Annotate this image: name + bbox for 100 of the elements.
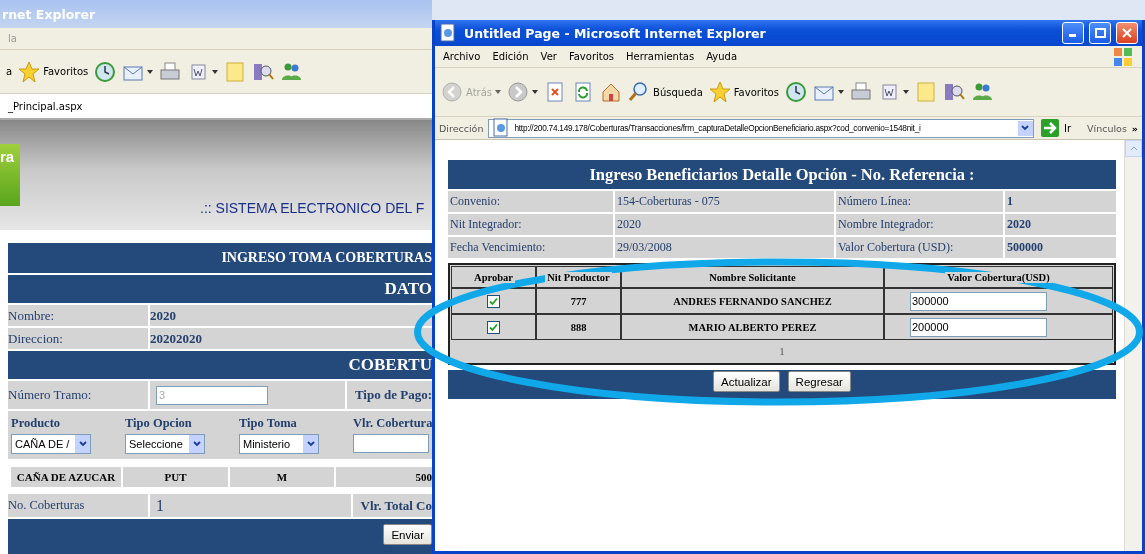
field-value: 1	[1005, 191, 1116, 212]
table-cell: 777	[536, 288, 621, 314]
address-label: Dirección	[439, 122, 484, 134]
links-label[interactable]: Vínculos	[1087, 122, 1127, 134]
toolbar-button[interactable]: Favoritos	[708, 81, 779, 103]
return-button[interactable]: Regresar	[787, 371, 851, 392]
form-header: INGRESO TOMA COBERTURAS	[8, 243, 432, 273]
table-cell: M	[230, 467, 334, 487]
windows-flag-icon	[1112, 45, 1134, 68]
toolbar-button[interactable]	[507, 81, 539, 103]
clock-icon	[94, 60, 117, 83]
table-cell: 888	[536, 314, 621, 340]
field-label: No. Coberturas	[8, 494, 148, 517]
close-icon	[1122, 28, 1132, 38]
field-value: 2020	[615, 214, 834, 235]
amount-input[interactable]: 300000	[910, 291, 1047, 311]
amount-input[interactable]: 200000	[910, 317, 1047, 337]
section-header: DATO	[8, 275, 432, 303]
table-cell: CAÑA DE AZUCAR	[11, 467, 121, 487]
dropdown[interactable]: CAÑA DE /	[11, 434, 91, 454]
field-value: 500000	[1005, 237, 1116, 258]
menu-item[interactable]: Edición	[492, 51, 529, 62]
table-cell: 500	[336, 467, 432, 487]
close-button[interactable]	[1116, 22, 1138, 44]
check-icon	[489, 322, 498, 332]
select-label: Tipo Opcion	[125, 416, 193, 431]
go-button[interactable]: Ir	[1039, 117, 1072, 139]
menu-item[interactable]: Archivo	[443, 51, 481, 62]
toolbar-button[interactable]	[94, 60, 117, 83]
people-icon	[970, 81, 993, 103]
field-label: Número Tramo:	[8, 381, 148, 409]
page-title: Ingreso Beneficiarios Detalle Opción - No. Referencia :	[448, 160, 1116, 189]
field-label: Número Línea:	[836, 191, 1003, 212]
note-icon	[224, 60, 247, 83]
menu-item[interactable]: Ver	[540, 51, 557, 62]
toolbar-button[interactable]	[849, 81, 872, 103]
approve-checkbox[interactable]	[487, 320, 500, 334]
maximize-button[interactable]	[1089, 22, 1111, 44]
column-header: Aprobar	[472, 271, 515, 283]
field-label: Fecha Vencimiento:	[448, 237, 613, 258]
amount-input[interactable]	[353, 434, 429, 453]
column-header: Nit Productor	[545, 271, 612, 283]
field-label: Valor Cobertura (USD):	[836, 237, 1003, 258]
toolbar-button[interactable]	[600, 81, 623, 103]
menu-item[interactable]: Ayuda	[706, 51, 738, 62]
minimize-button[interactable]	[1062, 22, 1084, 44]
field-value: 2020	[1005, 214, 1116, 235]
field-value: 154-Coberturas - 075	[615, 191, 834, 212]
section-header: COBERTU	[8, 351, 432, 379]
table-cell: ANDRES FERNANDO SANCHEZ	[621, 288, 884, 314]
field-label: Nombre:	[8, 305, 148, 326]
more-chevron[interactable]: »	[1131, 122, 1138, 134]
field-label: Convenio:	[448, 191, 613, 212]
url-text: http://200.74.149.178/Coberturas/Transacciones/frm_capturaDetalleOpcionBeneficiario.aspx?cod_convenio=1548nit_i	[514, 123, 922, 133]
toolbar-button[interactable]	[784, 81, 807, 103]
select-label: Tipo Toma	[239, 416, 298, 431]
note-icon	[914, 81, 937, 103]
logo: ra	[0, 144, 20, 206]
toolbar-button[interactable]: Favoritos	[18, 60, 89, 83]
field-value: 20202020	[150, 328, 432, 349]
approve-checkbox[interactable]	[487, 294, 500, 308]
banner-title: .:: SISTEMA ELECTRONICO DEL F	[200, 200, 425, 216]
field-label: Direccion:	[8, 328, 148, 349]
toolbar-button[interactable]	[942, 81, 965, 103]
maximize-icon	[1094, 28, 1106, 38]
toolbar-button[interactable]: Búsqueda	[628, 81, 703, 103]
star-icon	[708, 81, 731, 103]
toolbar-button[interactable]	[159, 60, 182, 83]
table-cell: PUT	[123, 467, 228, 487]
toolbar-button[interactable]	[970, 81, 993, 103]
menu-item[interactable]: Herramientas	[626, 51, 695, 62]
scroll-up-icon	[1129, 146, 1138, 151]
send-button[interactable]: Enviar	[383, 524, 432, 545]
check-icon	[489, 296, 498, 306]
clock-icon	[784, 81, 807, 103]
field-label: Nit Integrador:	[448, 214, 613, 235]
table-cell: MARIO ALBERTO PEREZ	[621, 314, 884, 340]
star-icon	[18, 60, 41, 83]
toolbar-label[interactable]: a	[6, 66, 13, 77]
field-label: Nombre Integrador:	[836, 214, 1003, 235]
address-field[interactable]: http://200.74.149.178/Coberturas/Transacciones/frm_capturaDetalleOpcionBeneficiario.aspx?cod_convenio=1548nit_i	[488, 118, 1034, 138]
window-title: rnet Explorer	[2, 6, 97, 22]
dropdown[interactable]: Ministerio	[239, 434, 319, 454]
pager-link[interactable]: 1	[451, 340, 1113, 362]
column-header: Valor Cobertura(USD)	[945, 271, 1052, 283]
books-magnifier-icon	[942, 81, 965, 103]
printer-icon	[159, 60, 182, 83]
field-label: Vlr. Total Co	[350, 494, 432, 517]
column-header: Nombre Solicitante	[707, 271, 798, 283]
menu-item[interactable]: Favoritos	[568, 51, 615, 62]
select-label: Vlr. Cobertura	[353, 416, 433, 431]
field-value: 29/03/2008	[615, 237, 834, 258]
select-label: Producto	[11, 416, 62, 431]
update-button[interactable]: Actualizar	[713, 371, 780, 392]
window-title: Untitled Page - Microsoft Internet Explorer	[464, 25, 767, 41]
field-label: Tipo de Pago:	[344, 381, 432, 409]
field-value: 2020	[150, 305, 432, 326]
scrollbar[interactable]	[1124, 140, 1142, 551]
dropdown[interactable]: Seleccione	[125, 434, 205, 454]
printer-icon	[849, 81, 872, 103]
